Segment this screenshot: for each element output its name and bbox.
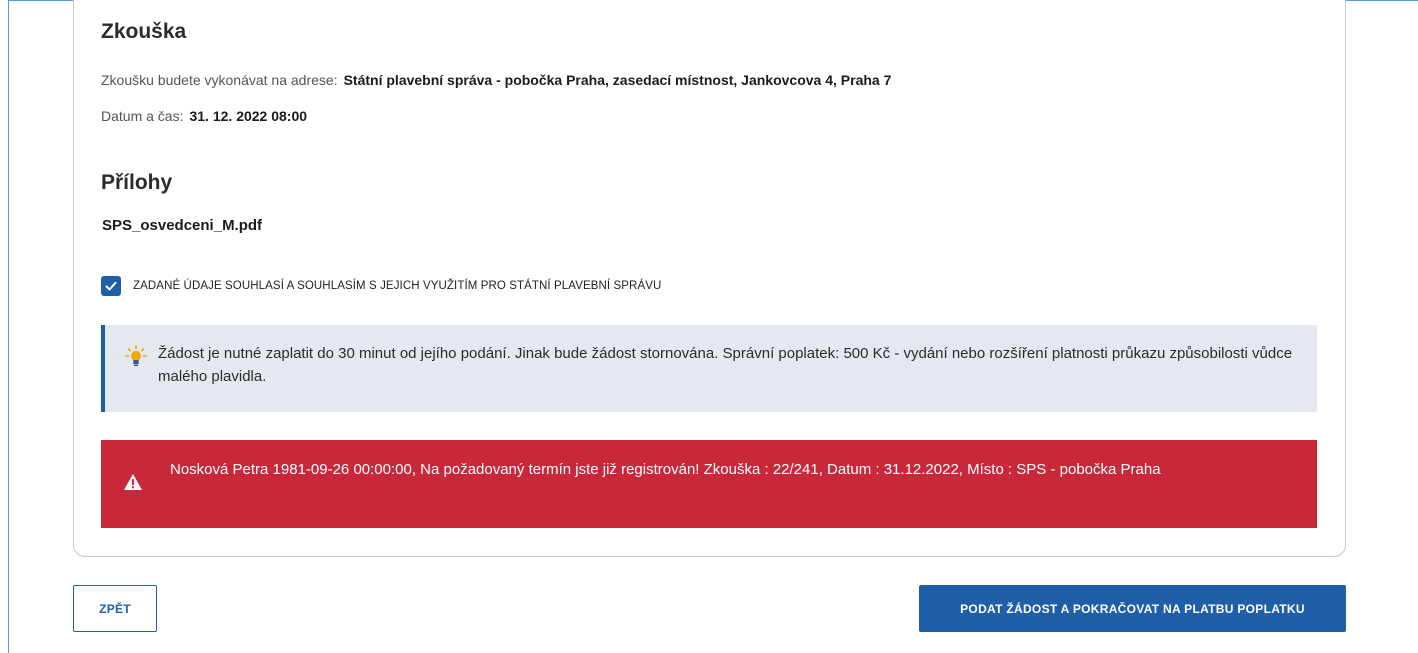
exam-datetime-row: Datum a čas: 31. 12. 2022 08:00 <box>101 108 307 124</box>
error-alert: Nosková Petra 1981-09-26 00:00:00, Na po… <box>101 440 1317 528</box>
back-button[interactable]: ZPĚT <box>73 585 157 632</box>
attachment-file-link[interactable]: SPS_osvedceni_M.pdf <box>102 217 262 234</box>
exam-datetime-value: 31. 12. 2022 08:00 <box>189 108 308 124</box>
exam-datetime-label: Datum a čas: <box>101 108 184 124</box>
exam-address-value: Státní plavební správa - pobočka Praha, … <box>343 72 892 88</box>
exam-heading: Zkouška <box>101 20 187 43</box>
attachments-heading: Přílohy <box>101 171 173 194</box>
submit-and-pay-button[interactable]: PODAT ŽÁDOST A POKRAČOVAT NA PLATBU POPL… <box>919 585 1346 632</box>
lightbulb-icon <box>125 345 147 374</box>
exam-address-row: Zkoušku budete vykonávat na adrese: Státn… <box>101 72 891 88</box>
info-callout: Žádost je nutné zaplatit do 30 minut od … <box>101 325 1317 412</box>
consent-checkbox-row[interactable]: ZADANÉ ÚDAJE SOUHLASÍ A SOUHLASÍM S JEJI… <box>101 276 661 296</box>
exam-address-label: Zkoušku budete vykonávat na adrese: <box>101 72 338 88</box>
consent-label: ZADANÉ ÚDAJE SOUHLASÍ A SOUHLASÍM S JEJI… <box>133 280 662 292</box>
frame-left-border <box>8 0 9 653</box>
info-text: Žádost je nutné zaplatit do 30 minut od … <box>158 345 1293 385</box>
warning-icon <box>123 473 143 496</box>
consent-checkbox[interactable] <box>101 276 121 296</box>
checkmark-icon <box>105 281 117 291</box>
error-text: Nosková Petra 1981-09-26 00:00:00, Na po… <box>170 461 1161 478</box>
